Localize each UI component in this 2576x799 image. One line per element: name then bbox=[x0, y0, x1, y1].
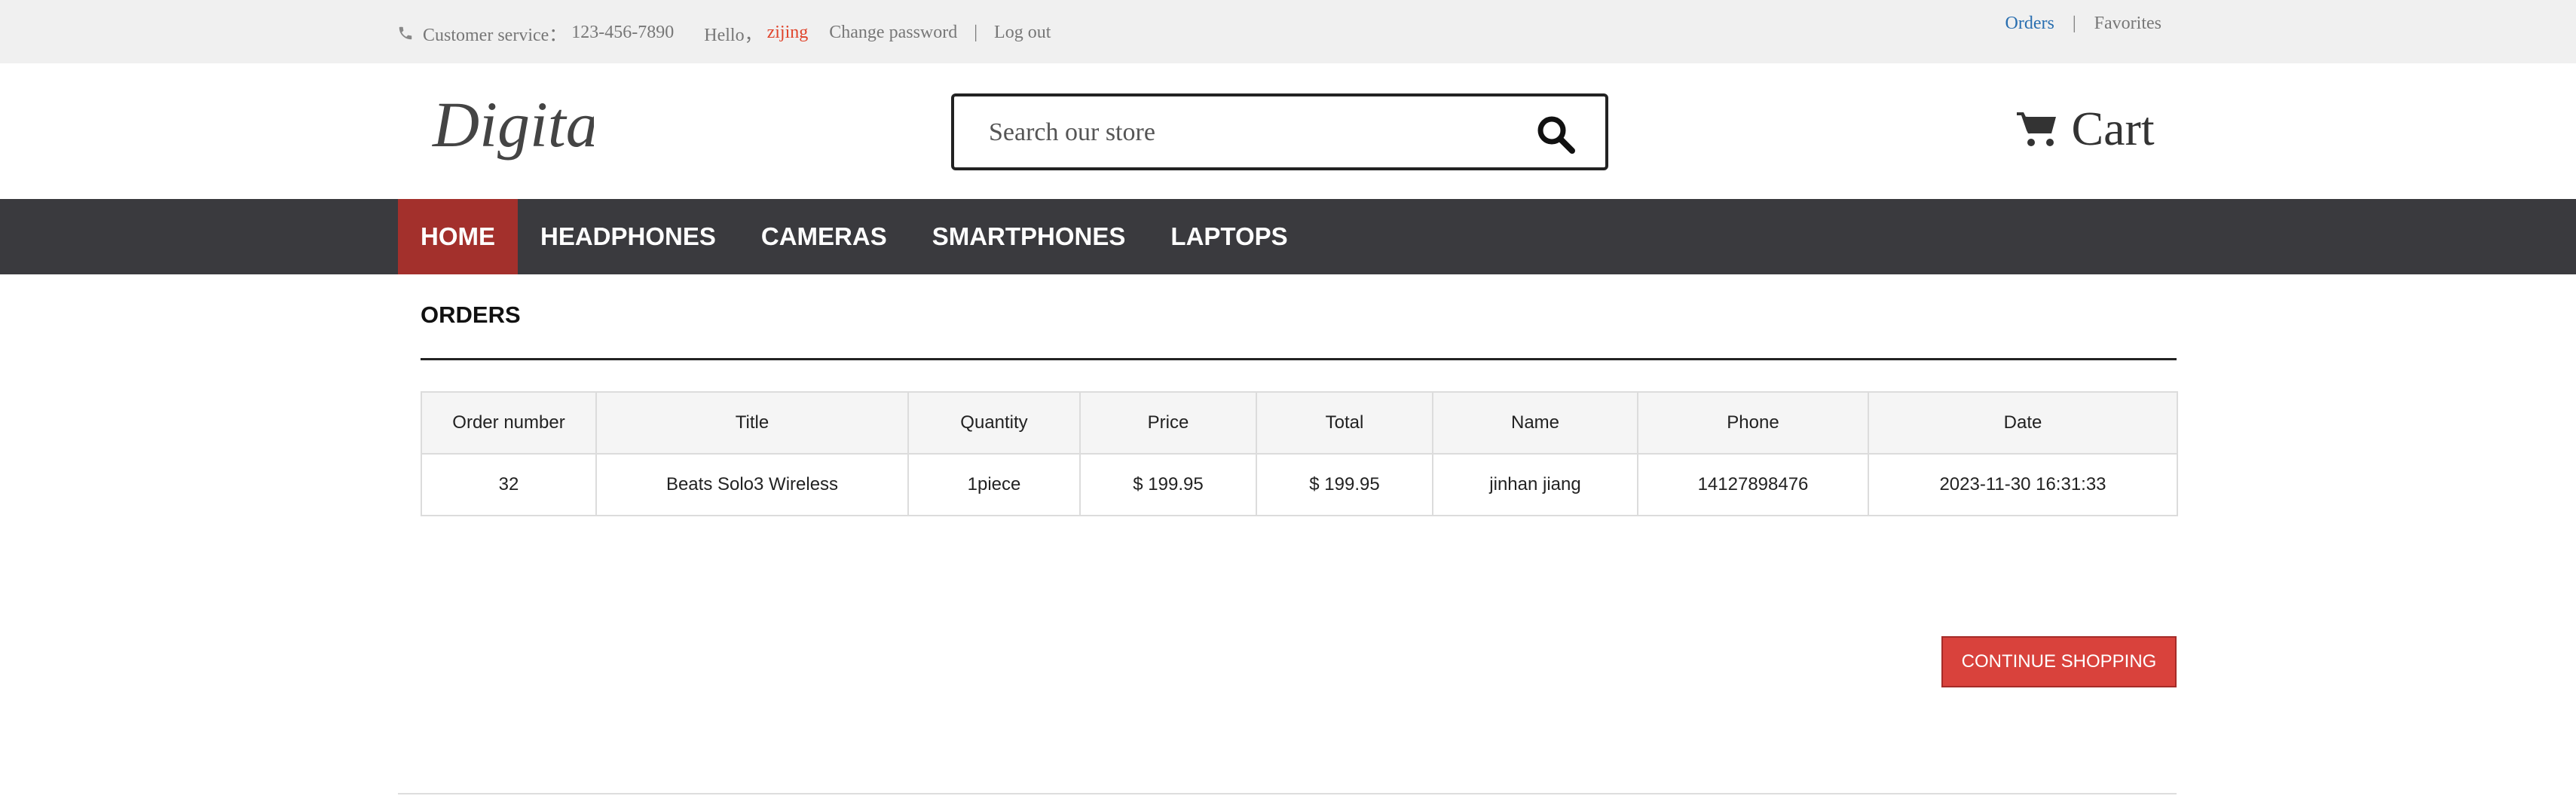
title-cell: Beats Solo3 Wireless bbox=[595, 453, 909, 516]
top-bar-right: Orders | Favorites bbox=[2005, 14, 2161, 34]
nav-item-smartphones[interactable]: SMARTPHONES bbox=[910, 199, 1149, 274]
order-number-cell: 32 bbox=[421, 453, 597, 516]
title-divider bbox=[421, 358, 2177, 360]
search-box bbox=[951, 93, 1608, 170]
page-title: ORDERS bbox=[421, 302, 521, 328]
separator: | bbox=[974, 23, 978, 42]
cart-label: Cart bbox=[2071, 102, 2155, 155]
top-bar-left: Customer service： 123-456-7890 Hello， zi… bbox=[397, 20, 1051, 46]
nav-item-cameras[interactable]: CAMERAS bbox=[739, 199, 910, 274]
name-cell: jinhan jiang bbox=[1432, 453, 1638, 516]
top-bar: Customer service： 123-456-7890 Hello， zi… bbox=[0, 0, 2576, 63]
search-input[interactable] bbox=[987, 113, 1518, 152]
date-cell: 2023-11-30 16:31:33 bbox=[1868, 453, 2178, 516]
column-header: Price bbox=[1079, 391, 1257, 455]
logo-text: Digital bbox=[432, 88, 594, 161]
column-header: Title bbox=[595, 391, 909, 455]
total-cell: $ 199.95 bbox=[1256, 453, 1433, 516]
favorites-link[interactable]: Favorites bbox=[2094, 14, 2161, 33]
customer-service-phone: 123-456-7890 bbox=[571, 23, 675, 42]
store-logo[interactable]: Digital bbox=[428, 83, 616, 173]
table-header-row: Order number Title Quantity Price Total … bbox=[421, 391, 2178, 455]
separator: | bbox=[2072, 14, 2076, 33]
column-header: Phone bbox=[1637, 391, 1869, 455]
nav-item-headphones[interactable]: HEADPHONES bbox=[518, 199, 739, 274]
nav-list: HOME HEADPHONES CAMERAS SMARTPHONES LAPT… bbox=[398, 199, 1311, 274]
column-header: Date bbox=[1868, 391, 2178, 455]
orders-table: Order number Title Quantity Price Total … bbox=[421, 391, 2178, 516]
column-header: Order number bbox=[421, 391, 597, 455]
username-link[interactable]: zijing bbox=[767, 23, 809, 43]
footer-divider bbox=[398, 793, 2177, 794]
price-cell: $ 199.95 bbox=[1079, 453, 1257, 516]
phone-cell: 14127898476 bbox=[1637, 453, 1869, 516]
change-password-link[interactable]: Change password bbox=[829, 23, 957, 43]
nav-item-laptops[interactable]: LAPTOPS bbox=[1148, 199, 1310, 274]
search-icon[interactable] bbox=[1534, 113, 1577, 155]
quantity-cell: 1piece bbox=[907, 453, 1081, 516]
column-header: Total bbox=[1256, 391, 1433, 455]
continue-shopping-button[interactable]: CONTINUE SHOPPING bbox=[1941, 636, 2177, 687]
column-header: Name bbox=[1432, 391, 1638, 455]
main-nav: HOME HEADPHONES CAMERAS SMARTPHONES LAPT… bbox=[0, 199, 2576, 274]
cart-button[interactable]: Cart bbox=[2015, 101, 2155, 161]
nav-item-home[interactable]: HOME bbox=[398, 199, 518, 274]
hello-label: Hello， bbox=[704, 26, 763, 45]
column-header: Quantity bbox=[907, 391, 1081, 455]
log-out-link[interactable]: Log out bbox=[994, 23, 1051, 43]
cart-icon bbox=[2015, 109, 2059, 148]
table-row: 32 Beats Solo3 Wireless 1piece $ 199.95 … bbox=[421, 453, 2178, 516]
phone-icon bbox=[397, 25, 414, 41]
customer-service-label: Customer service： bbox=[423, 26, 568, 45]
orders-link[interactable]: Orders bbox=[2005, 14, 2054, 33]
